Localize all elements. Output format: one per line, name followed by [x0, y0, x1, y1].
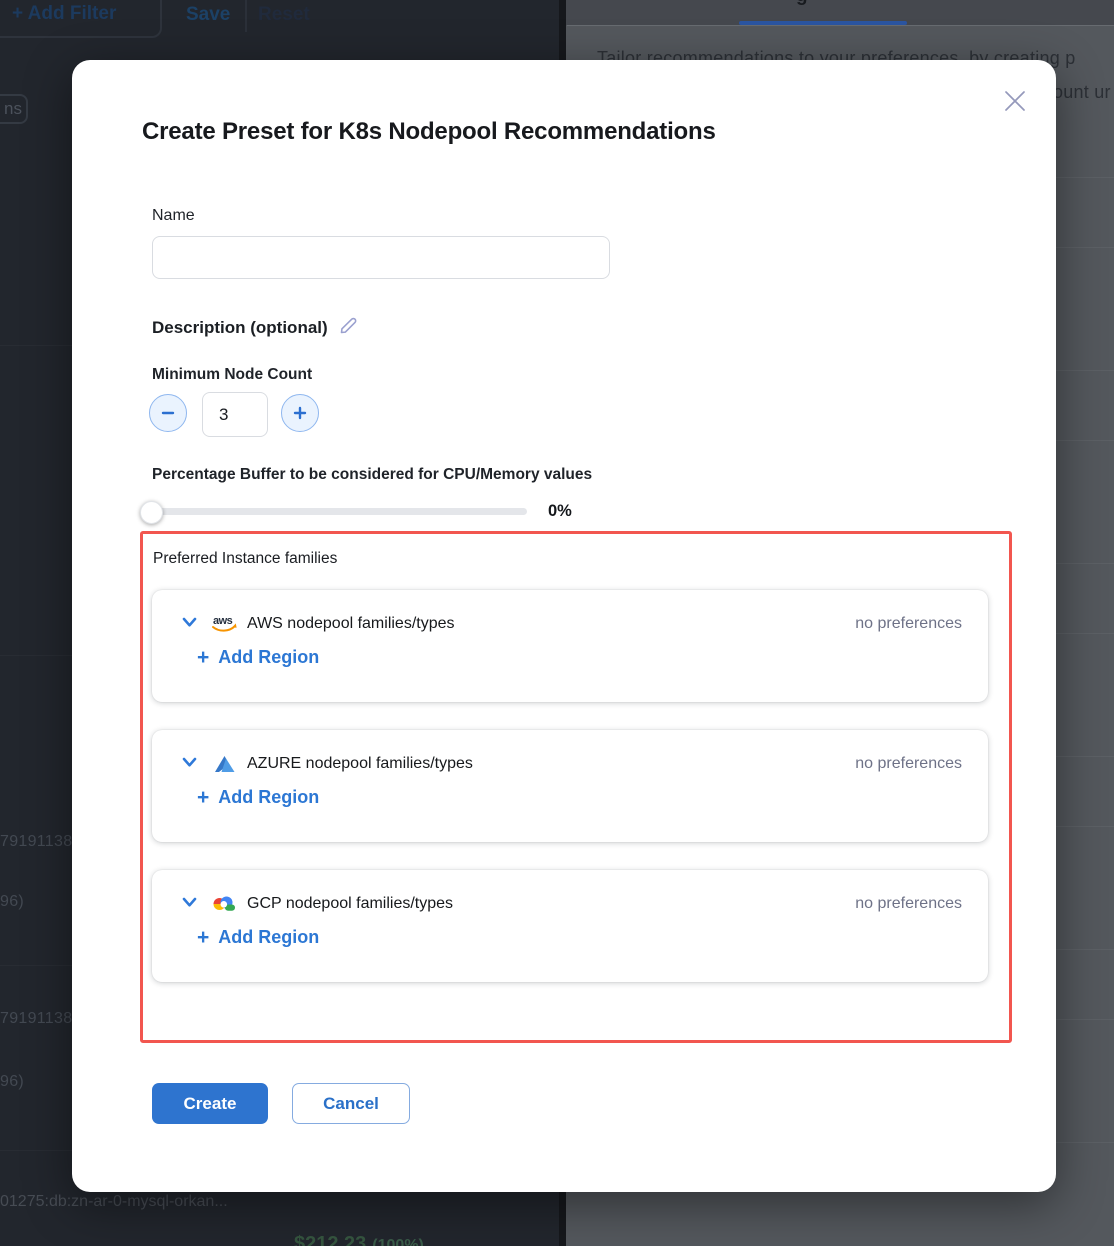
name-input[interactable]: [152, 236, 610, 279]
cost-value: $212.23 (100%): [294, 1233, 424, 1246]
filter-chip[interactable]: ns: [0, 94, 28, 124]
preferred-families-label: Preferred Instance families: [153, 550, 337, 568]
tabs-divider: [567, 25, 1114, 26]
provider-card-aws: aws AWS nodepool families/types no prefe…: [152, 590, 988, 702]
chevron-down-icon[interactable]: [182, 895, 197, 913]
provider-title: AWS nodepool families/types: [247, 615, 455, 633]
table-cell-text: 79191138: [0, 1010, 72, 1028]
buffer-slider-thumb[interactable]: [140, 501, 163, 524]
provider-status: no preferences: [855, 895, 962, 913]
create-preset-modal: Create Preset for K8s Nodepool Recommend…: [72, 60, 1056, 1192]
panel-intro-text-fragment: ount ur: [1053, 82, 1111, 103]
add-region-label: Add Region: [218, 787, 319, 808]
resource-id-text: 01275:db:zn-ar-0-mysql-orkan...: [0, 1193, 228, 1211]
provider-title: AZURE nodepool families/types: [247, 755, 473, 773]
table-cell-text: 79191138: [0, 833, 72, 851]
create-button[interactable]: Create: [152, 1083, 268, 1124]
minus-icon[interactable]: [149, 394, 187, 432]
provider-row[interactable]: AZURE nodepool families/types no prefere…: [182, 746, 962, 782]
minimum-node-count-label: Minimum Node Count: [152, 366, 312, 384]
close-icon[interactable]: [1001, 87, 1029, 115]
preferred-families-highlight-box: Preferred Instance families aws: [140, 531, 1012, 1043]
tab-label-partial[interactable]: g: [796, 0, 808, 7]
description-label: Description (optional): [152, 318, 328, 338]
buffer-slider-track[interactable]: [143, 508, 527, 515]
plus-icon[interactable]: [281, 394, 319, 432]
add-filter-button[interactable]: + Add Filter: [0, 0, 162, 38]
provider-status: no preferences: [855, 755, 962, 773]
divider: [245, 0, 247, 32]
buffer-value: 0%: [548, 502, 572, 521]
page-title: Create Preset for K8s Nodepool Recommend…: [142, 118, 716, 146]
add-region-label: Add Region: [218, 927, 319, 948]
chevron-down-icon[interactable]: [182, 615, 197, 633]
table-cell-text: 96): [0, 1073, 24, 1091]
screen: + Add Filter Save Reset ns 79191138 96) …: [0, 0, 1114, 1246]
cancel-button[interactable]: Cancel: [292, 1083, 410, 1124]
add-icon: +: [197, 927, 209, 948]
gcp-icon: [210, 894, 238, 914]
provider-card-azure: AZURE nodepool families/types no prefere…: [152, 730, 988, 842]
svg-text:aws: aws: [213, 615, 233, 627]
provider-row[interactable]: GCP nodepool families/types no preferenc…: [182, 886, 962, 922]
chevron-down-icon[interactable]: [182, 755, 197, 773]
node-count-input[interactable]: [202, 392, 268, 437]
provider-status: no preferences: [855, 615, 962, 633]
provider-title: GCP nodepool families/types: [247, 895, 453, 913]
aws-icon: aws: [210, 613, 238, 635]
add-region-button[interactable]: + Add Region: [197, 927, 319, 948]
price-text: $212.23: [294, 1233, 366, 1246]
price-percent-text: (100%): [372, 1237, 424, 1246]
save-button[interactable]: Save: [186, 4, 230, 26]
add-region-label: Add Region: [218, 647, 319, 668]
name-label: Name: [152, 207, 195, 225]
add-icon: +: [197, 647, 209, 668]
buffer-label: Percentage Buffer to be considered for C…: [152, 466, 592, 484]
pencil-icon[interactable]: [338, 315, 359, 341]
provider-card-gcp: GCP nodepool families/types no preferenc…: [152, 870, 988, 982]
table-cell-text: 96): [0, 893, 24, 911]
description-row: Description (optional): [152, 315, 359, 341]
add-region-button[interactable]: + Add Region: [197, 647, 319, 668]
reset-button[interactable]: Reset: [258, 4, 310, 26]
provider-row[interactable]: aws AWS nodepool families/types no prefe…: [182, 606, 962, 642]
add-region-button[interactable]: + Add Region: [197, 787, 319, 808]
azure-icon: [210, 755, 238, 774]
add-icon: +: [197, 787, 209, 808]
